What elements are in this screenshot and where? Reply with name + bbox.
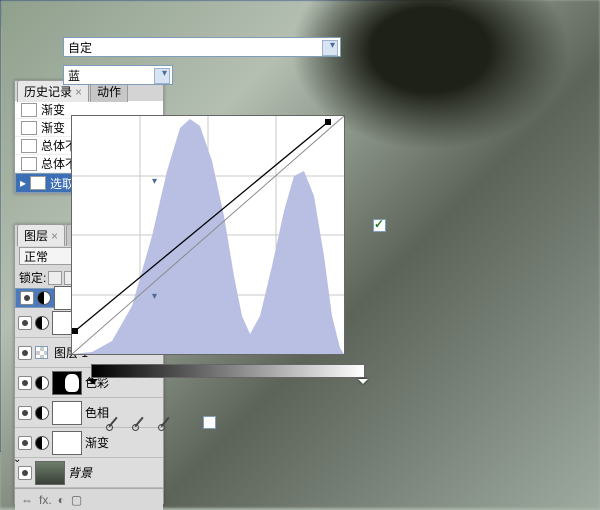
adjustment-icon <box>35 316 49 330</box>
eye-icon[interactable] <box>18 436 32 450</box>
tab-layers[interactable]: 图层× <box>17 224 65 246</box>
eye-icon[interactable] <box>18 406 32 420</box>
input-gradient <box>91 364 365 378</box>
channel-select[interactable]: 蓝 <box>63 65 173 85</box>
white-slider[interactable] <box>358 379 368 389</box>
layers-footer: ⇔fx.◐▢ <box>15 488 163 510</box>
adjustment-icon <box>37 291 51 305</box>
curve-point[interactable] <box>325 119 331 125</box>
lock-transparency-icon[interactable] <box>48 271 62 285</box>
eye-icon[interactable] <box>18 376 32 390</box>
white-dropper-icon[interactable] <box>157 415 173 431</box>
black-slider[interactable] <box>88 379 98 389</box>
eye-icon[interactable] <box>18 466 32 480</box>
curve-graph[interactable] <box>71 115 345 355</box>
curve-point[interactable] <box>72 328 78 334</box>
eye-icon[interactable] <box>18 316 32 330</box>
layer-thumb[interactable] <box>35 346 48 359</box>
layer-row[interactable]: 背景 <box>15 458 163 488</box>
lock-label: 锁定: <box>19 269 46 286</box>
layer-row[interactable]: 渐变 <box>15 428 163 458</box>
layer-thumb[interactable] <box>52 371 82 395</box>
eye-icon[interactable] <box>18 346 32 360</box>
gray-dropper-icon[interactable] <box>131 415 147 431</box>
layer-thumb[interactable] <box>35 461 65 485</box>
preset-select[interactable]: 自定 <box>63 37 341 57</box>
black-dropper-icon[interactable] <box>105 415 121 431</box>
adjustment-icon <box>35 406 49 420</box>
layer-thumb[interactable] <box>52 401 82 425</box>
adjustment-icon <box>35 436 49 450</box>
eye-icon[interactable] <box>20 291 34 305</box>
adjustment-icon <box>35 376 49 390</box>
layer-thumb[interactable] <box>52 431 82 455</box>
